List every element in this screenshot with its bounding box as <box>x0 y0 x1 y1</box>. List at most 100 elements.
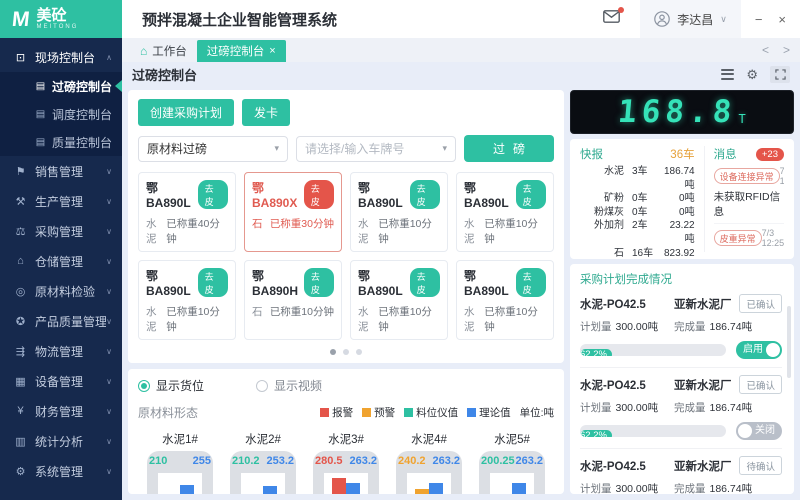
tab-weighing-console[interactable]: 过磅控制台 × <box>197 40 286 62</box>
sidebar-item[interactable]: ⇶ 物流管理 ∨ <box>0 336 122 366</box>
silo: 水泥5# 200.25 263.2 <box>472 431 552 494</box>
app-title: 预拌混凝土企业智能管理系统 <box>122 9 603 30</box>
sidebar-item[interactable]: ¥ 财务管理 ∨ <box>0 396 122 426</box>
sidebar-item[interactable]: ◎ 原材料检验 ∨ <box>0 276 122 306</box>
vehicle-card-grid: 鄂BA890L 去皮 水泥 已称重40分钟 鄂BA890X <box>138 172 554 340</box>
create-purchase-plan-button[interactable]: 创建采购计划 <box>138 99 234 126</box>
plans-title: 采购计划完成情况 <box>580 271 782 287</box>
silo: 水泥2# 210.2 253.2 <box>223 431 303 494</box>
vehicle-status: 已称重40分钟 <box>166 216 228 246</box>
vehicle-card[interactable]: 鄂BA890X 去皮 石 已称重30分钟 <box>244 172 342 252</box>
carousel-dot[interactable] <box>356 349 362 355</box>
sidebar-item[interactable]: ⚙ 系统管理 ∨ <box>0 456 122 486</box>
plan-status-badge: 已确认 <box>739 294 782 313</box>
tare-button[interactable]: 去皮 <box>198 268 228 297</box>
quick-report: 快报 36车 水泥 3车 186.74吨 矿粉 0 <box>580 146 705 252</box>
silo-theory-value: 255 <box>193 455 211 467</box>
tab-prev-button[interactable]: < <box>762 43 769 57</box>
plan-quantity: 300.00吨 <box>616 402 659 414</box>
silo-name: 水泥4# <box>411 431 447 447</box>
plan-item[interactable]: 水泥-PO42.5 亚新水泥厂 已确认 计划量300.00吨 完成量186.74… <box>580 287 782 367</box>
sidebar-item[interactable]: ▥ 统计分析 ∨ <box>0 426 122 456</box>
sidebar-item[interactable]: ✪ 产品质量管理 ∨ <box>0 306 122 336</box>
user-menu[interactable]: 李达昌 ∨ <box>640 0 741 38</box>
logo-subtitle: MEITONG <box>37 24 79 30</box>
mail-button[interactable] <box>603 10 620 28</box>
tare-button[interactable]: 去皮 <box>410 268 440 297</box>
tare-button[interactable]: 去皮 <box>516 268 546 297</box>
silo-sensor-value: 280.5 <box>315 455 343 467</box>
tab-close-icon[interactable]: × <box>269 45 275 57</box>
message-item[interactable]: 设备连接异常 7/3 12:25 未获取RFID信息 <box>714 162 784 219</box>
tare-button[interactable]: 去皮 <box>410 180 440 209</box>
sidebar-item-label: 仓储管理 <box>35 253 106 270</box>
silo-shape: 200.25 263.2 关 <box>479 451 545 494</box>
sidebar-item[interactable]: ⌂ 仓储管理 ∨ <box>0 246 122 276</box>
minimize-button[interactable]: − <box>755 13 763 26</box>
plan-progress-fill: 62.2% <box>580 430 612 437</box>
sidebar-item[interactable]: ▦ 设备管理 ∨ <box>0 366 122 396</box>
vehicle-card[interactable]: 鄂BA890L 去皮 水泥 已称重10分钟 <box>350 172 448 252</box>
plan-item[interactable]: 水泥-PO42.5 亚新水泥厂 待确认 计划量300.00吨 完成量186.74… <box>580 448 782 494</box>
plan-toggle[interactable]: 启用 <box>736 341 782 359</box>
sidebar-item[interactable]: ▤ 调度控制台 <box>0 100 122 128</box>
stats-icon: ▥ <box>13 435 28 448</box>
fullscreen-button[interactable] <box>770 66 790 83</box>
vehicle-card[interactable]: 鄂BA890L 去皮 水泥 已称重40分钟 <box>138 172 236 252</box>
scale-weight-value: 168.8 <box>617 97 738 128</box>
weigh-type-select[interactable]: 原材料过磅 ▾ <box>138 136 288 162</box>
plan-toggle[interactable]: 关闭 <box>736 422 782 440</box>
sidebar-item[interactable]: ▤ 过磅控制台 <box>0 72 122 100</box>
plan-status-badge: 待确认 <box>739 456 782 475</box>
tare-button[interactable]: 去皮 <box>516 180 546 209</box>
sidebar-item-arrow: ∨ <box>106 437 112 446</box>
sidebar-item-label: 采购管理 <box>35 223 106 240</box>
vehicle-card[interactable]: 鄂BA890L 去皮 水泥 已称重10分钟 <box>350 260 448 340</box>
carousel-dot[interactable] <box>330 349 336 355</box>
tare-button[interactable]: 去皮 <box>304 180 334 209</box>
sidebar-item[interactable]: ⚖ 采购管理 ∨ <box>0 216 122 246</box>
vertical-scrollbar[interactable] <box>787 306 791 378</box>
silo-sensor-value: 200.25 <box>481 455 515 467</box>
app-logo: M 美砼 MEITONG <box>0 0 122 38</box>
carousel-dot[interactable] <box>343 349 349 355</box>
sidebar-item-label: 系统管理 <box>35 463 106 480</box>
vehicle-card[interactable]: 鄂BA890H 去皮 石 已称重10分钟 <box>244 260 342 340</box>
legend-item: 预警 <box>362 405 395 420</box>
issue-card-button[interactable]: 发卡 <box>242 99 290 126</box>
app-window: M 美砼 MEITONG 预拌混凝土企业智能管理系统 李达昌 ∨ − × ⊡ 现… <box>0 0 800 500</box>
sidebar-item[interactable]: ▤ 质量控制台 <box>0 128 122 156</box>
weigh-button[interactable]: 过磅 <box>464 135 554 162</box>
vehicle-status: 已称重10分钟 <box>378 216 440 246</box>
vehicle-card[interactable]: 鄂BA890L 去皮 水泥 已称重10分钟 <box>138 260 236 340</box>
sidebar-item[interactable]: ⚒ 生产管理 ∨ <box>0 186 122 216</box>
sidebar-item[interactable]: ⊡ 现场控制台 ∧ <box>0 42 122 72</box>
tab-workbench[interactable]: ⌂ 工作台 <box>130 40 197 62</box>
sidebar-item-arrow: ∨ <box>106 257 112 266</box>
chart-legend: 报警 预警 料位仪值 理论值 <box>320 405 511 420</box>
menu-icon[interactable] <box>721 66 734 82</box>
vehicle-card[interactable]: 鄂BA890L 去皮 水泥 已称重10分钟 <box>456 260 554 340</box>
logo-mark: M <box>11 9 31 30</box>
plate-number-select[interactable]: 请选择/输入车牌号 ▾ <box>296 136 456 162</box>
sidebar-item[interactable]: ⚑ 销售管理 ∨ <box>0 156 122 186</box>
gear-icon[interactable]: ⚙ <box>746 68 758 81</box>
tab-next-button[interactable]: > <box>783 43 790 57</box>
tare-button[interactable]: 去皮 <box>304 268 334 297</box>
sidebar-item-label: 设备管理 <box>35 373 106 390</box>
vehicle-count: 0车 <box>632 206 664 220</box>
vehicle-card[interactable]: 鄂BA890L 去皮 水泥 已称重10分钟 <box>456 172 554 252</box>
show-video-radio[interactable]: 显示视频 <box>256 377 322 394</box>
message-item[interactable]: 皮重异常 7/3 12:25 未获取RFID信息 <box>714 223 784 252</box>
show-storage-radio[interactable]: 显示货位 <box>138 377 204 394</box>
page-header: 过磅控制台 ⚙ <box>122 62 800 86</box>
sidebar-item-arrow: ∨ <box>106 467 112 476</box>
legend-swatch <box>467 408 476 417</box>
plan-progress-fill: 62.2% <box>580 349 612 356</box>
logo-name: 美砼 <box>37 8 79 25</box>
tare-button[interactable]: 去皮 <box>198 180 228 209</box>
vehicle-material: 水泥 <box>358 304 378 334</box>
plan-progress-track: 62.2% <box>580 425 726 437</box>
close-button[interactable]: × <box>778 13 786 26</box>
plan-item[interactable]: 水泥-PO42.5 亚新水泥厂 已确认 计划量300.00吨 完成量186.74… <box>580 367 782 448</box>
